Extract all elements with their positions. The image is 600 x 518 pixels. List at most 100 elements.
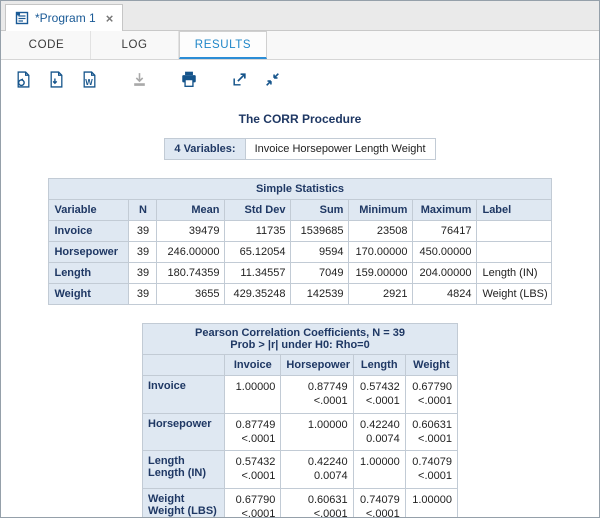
row-header: Weight	[49, 284, 129, 305]
cell: 1539685	[291, 221, 349, 242]
tab-log[interactable]: LOG	[91, 31, 179, 59]
row-header: Length Length (IN)	[143, 451, 225, 489]
column-header: Length	[353, 355, 405, 376]
results-pane: The CORR Procedure 4 Variables: Invoice …	[1, 98, 599, 518]
cell: 39	[129, 242, 157, 263]
column-header: Weight	[405, 355, 457, 376]
cell: 204.00000	[413, 263, 477, 284]
table-row: Weight Weight (LBS) 0.67790<.0001 0.6063…	[143, 488, 458, 518]
column-header: Sum	[291, 200, 349, 221]
table-row: Weight 39 3655 429.35248 142539 2921 482…	[49, 284, 551, 305]
cell: 11735	[225, 221, 291, 242]
cell: Weight (LBS)	[477, 284, 551, 305]
column-header: Horsepower	[281, 355, 353, 376]
row-header: Weight Weight (LBS)	[143, 488, 225, 518]
cell: 1.00000	[225, 376, 281, 414]
cell: 65.12054	[225, 242, 291, 263]
cell: 76417	[413, 221, 477, 242]
table-row: Length 39 180.74359 11.34557 7049 159.00…	[49, 263, 551, 284]
cell: 429.35248	[225, 284, 291, 305]
tab-code[interactable]: CODE	[3, 31, 91, 59]
cell: 0.60631<.0001	[281, 488, 353, 518]
column-header: N	[129, 200, 157, 221]
refresh-results-icon[interactable]	[11, 67, 35, 91]
cell: 0.57432<.0001	[353, 376, 405, 414]
exit-maximized-icon[interactable]	[260, 67, 284, 91]
cell	[477, 242, 551, 263]
cell: 1.00000	[281, 413, 353, 451]
close-tab-icon[interactable]: ×	[106, 12, 114, 25]
table-row: Invoice 39 39479 11735 1539685 23508 764…	[49, 221, 551, 242]
cell: 39479	[157, 221, 225, 242]
table-row: Invoice 1.00000 0.87749<.0001 0.57432<.0…	[143, 376, 458, 414]
view-tab-bar: CODE LOG RESULTS	[1, 31, 599, 60]
table-row: Horsepower 0.87749<.0001 1.00000 0.42240…	[143, 413, 458, 451]
sas-studio-results-window: *Program 1 × CODE LOG RESULTS	[0, 0, 600, 518]
row-header: Length	[49, 263, 129, 284]
cell: 1.00000	[353, 451, 405, 489]
download-icon	[127, 67, 151, 91]
column-header: Std Dev	[225, 200, 291, 221]
print-icon[interactable]	[177, 67, 201, 91]
row-header: Horsepower	[49, 242, 129, 263]
cell: 142539	[291, 284, 349, 305]
column-header: Label	[477, 200, 551, 221]
row-header: Invoice	[143, 376, 225, 414]
cell: 11.34557	[225, 263, 291, 284]
corner-cell	[143, 355, 225, 376]
cell: 0.74079<.0001	[405, 451, 457, 489]
cell: 39	[129, 263, 157, 284]
table-row: Horsepower 39 246.00000 65.12054 9594 17…	[49, 242, 551, 263]
cell: 23508	[349, 221, 413, 242]
pearson-title: Pearson Correlation Coefficients, N = 39…	[143, 324, 458, 355]
column-header: Maximum	[413, 200, 477, 221]
cell: 2921	[349, 284, 413, 305]
cell: 39	[129, 284, 157, 305]
procedure-title: The CORR Procedure	[1, 112, 599, 126]
program-tab-label: *Program 1	[35, 11, 96, 25]
table-title-row: Simple Statistics	[49, 179, 551, 200]
cell: 0.87749<.0001	[225, 413, 281, 451]
download-word-icon[interactable]: W	[77, 67, 101, 91]
cell: 159.00000	[349, 263, 413, 284]
cell: 0.74079<.0001	[353, 488, 405, 518]
cell: 450.00000	[413, 242, 477, 263]
table-title-row: Pearson Correlation Coefficients, N = 39…	[143, 324, 458, 355]
cell: 0.57432<.0001	[225, 451, 281, 489]
variables-list: Invoice Horsepower Length Weight	[245, 139, 435, 160]
table-header-row: Invoice Horsepower Length Weight	[143, 355, 458, 376]
cell: 246.00000	[157, 242, 225, 263]
row-header: Invoice	[49, 221, 129, 242]
row-header: Horsepower	[143, 413, 225, 451]
tab-results[interactable]: RESULTS	[179, 31, 267, 59]
simple-statistics-table: Simple Statistics Variable N Mean Std De…	[48, 178, 551, 305]
cell: 4824	[413, 284, 477, 305]
cell: 170.00000	[349, 242, 413, 263]
variables-table: 4 Variables: Invoice Horsepower Length W…	[164, 138, 435, 160]
variables-count-label: 4 Variables:	[165, 139, 245, 160]
cell: 9594	[291, 242, 349, 263]
cell: 0.422400.0074	[353, 413, 405, 451]
column-header: Invoice	[225, 355, 281, 376]
pearson-correlation-table: Pearson Correlation Coefficients, N = 39…	[142, 323, 458, 518]
table-row: 4 Variables: Invoice Horsepower Length W…	[165, 139, 435, 160]
program-tab[interactable]: *Program 1 ×	[5, 4, 123, 31]
cell: 0.60631<.0001	[405, 413, 457, 451]
cell: 1.00000	[405, 488, 457, 518]
download-pdf-icon[interactable]	[44, 67, 68, 91]
column-header: Variable	[49, 200, 129, 221]
cell: 0.87749<.0001	[281, 376, 353, 414]
program-icon	[15, 11, 29, 25]
open-new-window-icon[interactable]	[227, 67, 251, 91]
column-header: Minimum	[349, 200, 413, 221]
cell: 180.74359	[157, 263, 225, 284]
table-row: Length Length (IN) 0.57432<.0001 0.42240…	[143, 451, 458, 489]
cell: Length (IN)	[477, 263, 551, 284]
pearson-title-line2: Prob > |r| under H0: Rho=0	[147, 339, 453, 351]
svg-text:W: W	[85, 77, 93, 86]
cell: 0.67790<.0001	[225, 488, 281, 518]
results-toolbar: W	[1, 60, 599, 98]
cell: 0.422400.0074	[281, 451, 353, 489]
column-header: Mean	[157, 200, 225, 221]
cell	[477, 221, 551, 242]
